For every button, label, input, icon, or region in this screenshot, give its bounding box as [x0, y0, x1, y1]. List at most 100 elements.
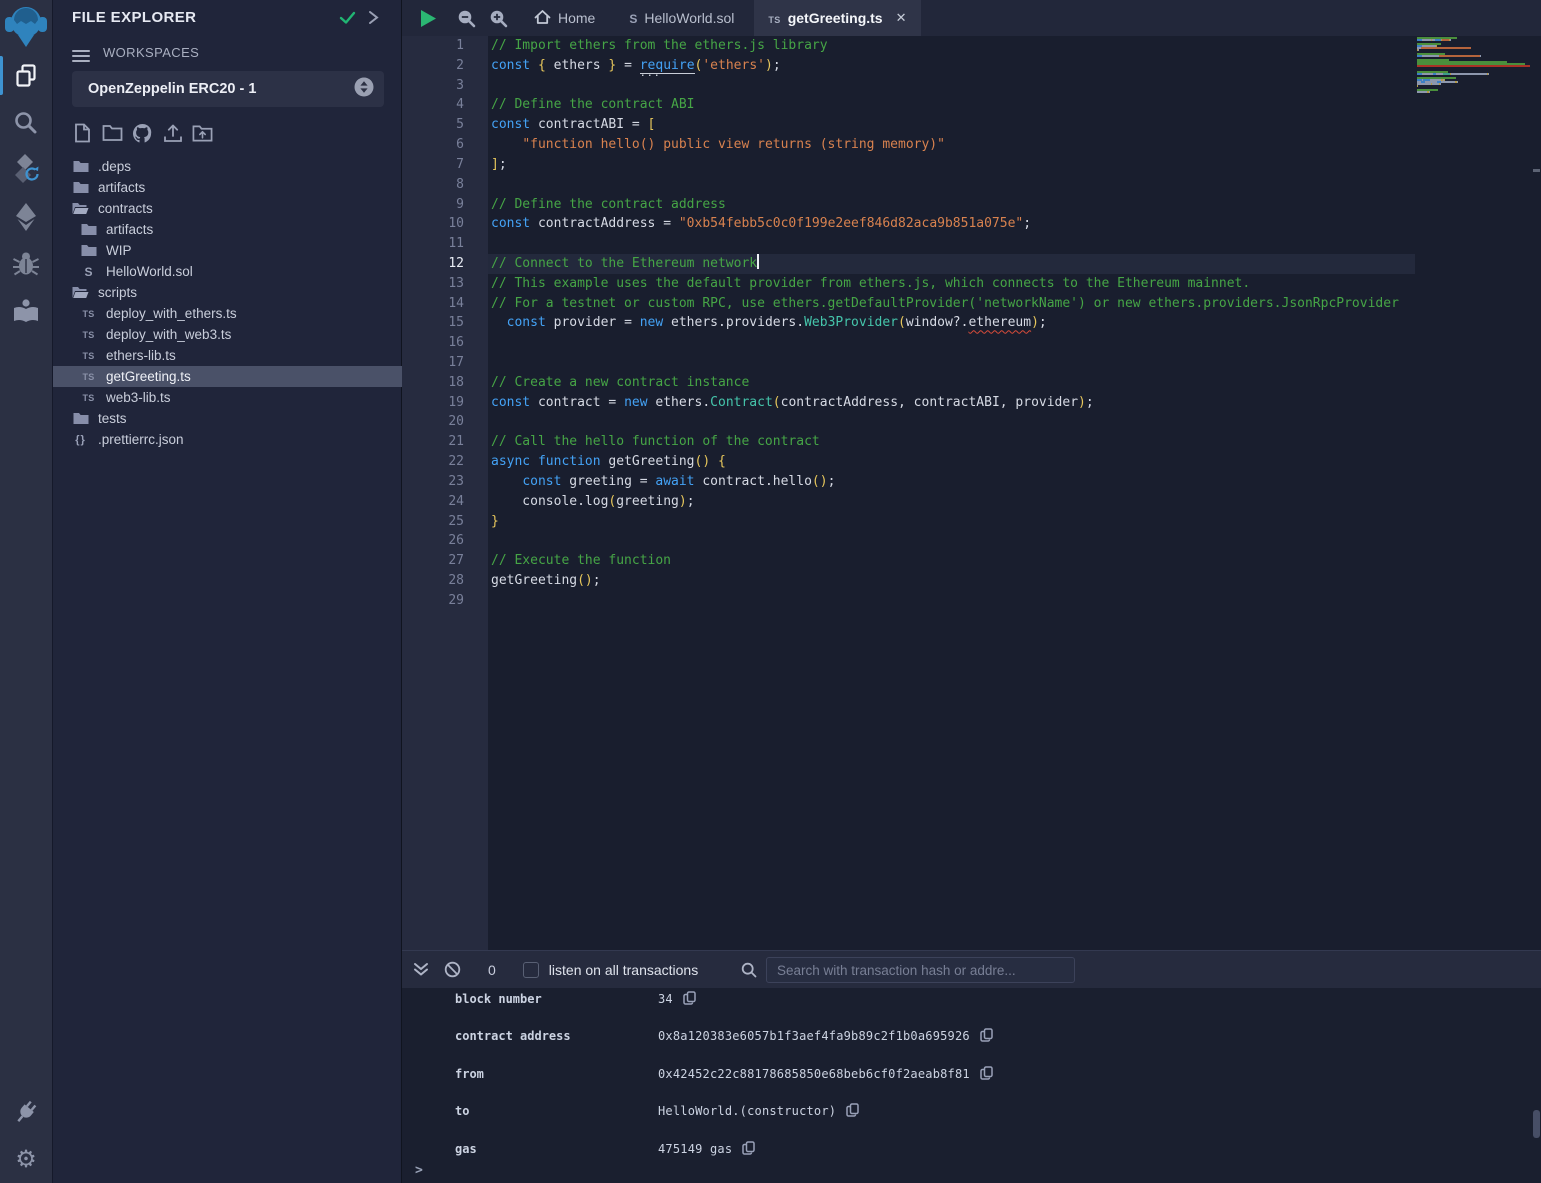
create-folder-button[interactable] [102, 121, 123, 145]
workspace-menu-icon[interactable] [72, 47, 90, 65]
plugin-manager-button[interactable] [0, 1089, 52, 1136]
code-line-22[interactable]: async function getGreeting() { [488, 452, 1417, 472]
minimap[interactable] [1417, 37, 1534, 95]
code-editor[interactable]: // Import ethers from the ethers.js libr… [488, 36, 1417, 950]
debugger-button[interactable] [0, 240, 52, 287]
code-line-8[interactable] [488, 175, 1417, 195]
expand-panel-chevron-icon[interactable] [367, 10, 380, 30]
detail-key: from [455, 1067, 658, 1081]
upload-file-button[interactable] [162, 121, 183, 145]
code-token [491, 315, 507, 330]
tree-item-artifacts[interactable]: artifacts [53, 177, 402, 198]
code-line-13[interactable]: // This example uses the default provide… [488, 274, 1417, 294]
tree-item-contracts[interactable]: contracts [53, 198, 402, 219]
file-explorer-button[interactable] [0, 52, 52, 99]
overview-ruler-mark [1533, 169, 1540, 172]
copy-icon[interactable] [980, 1066, 993, 1080]
tree-item-tests[interactable]: tests [53, 408, 402, 429]
code-line-11[interactable] [488, 234, 1417, 254]
run-script-button[interactable] [419, 0, 437, 36]
code-token: ; [828, 474, 836, 489]
line-number: 21 [402, 432, 488, 452]
search-button[interactable] [0, 99, 52, 146]
solidity-compiler-button[interactable] [0, 146, 52, 193]
code-line-25[interactable]: } [488, 512, 1417, 532]
upload-folder-button[interactable] [192, 121, 213, 145]
copy-icon[interactable] [742, 1141, 755, 1155]
zoom-in-button[interactable] [489, 0, 508, 36]
code-token: window?. [906, 315, 969, 330]
copy-icon[interactable] [683, 991, 696, 1005]
code-line-7[interactable]: ]; [488, 155, 1417, 175]
code-line-3[interactable] [488, 76, 1417, 96]
saved-check-icon [339, 10, 356, 30]
tree-item-deploy-with-web3-ts[interactable]: TSdeploy_with_web3.ts [53, 324, 402, 345]
code-token: ) [1078, 395, 1086, 410]
remix-logo[interactable] [0, 0, 52, 52]
settings-button[interactable]: ⚙ [0, 1136, 52, 1183]
code-line-5[interactable]: const contractABI = [ [488, 115, 1417, 135]
tree-item-web3-lib-ts[interactable]: TSweb3-lib.ts [53, 387, 402, 408]
code-line-14[interactable]: // For a testnet or custom RPC, use ethe… [488, 294, 1417, 314]
code-token: ; [773, 58, 781, 73]
code-line-12[interactable]: // Connect to the Ethereum network [488, 254, 1417, 274]
terminal-search-input[interactable] [766, 957, 1075, 983]
terminal-prompt[interactable]: > [415, 1163, 423, 1178]
close-tab-icon[interactable]: ✕ [896, 10, 907, 26]
folder-open-icon [72, 286, 89, 299]
deploy-and-run-button[interactable] [0, 193, 52, 240]
code-line-27[interactable]: // Execute the function [488, 551, 1417, 571]
code-line-16[interactable] [488, 333, 1417, 353]
code-line-26[interactable] [488, 531, 1417, 551]
code-line-18[interactable]: // Create a new contract instance [488, 373, 1417, 393]
collapse-terminal-icon[interactable] [413, 962, 429, 977]
folder-open-icon [72, 202, 89, 215]
line-number: 19 [402, 393, 488, 413]
code-line-10[interactable]: const contractAddress = "0xb54febb5c0c0f… [488, 214, 1417, 234]
zoom-out-button[interactable] [457, 0, 476, 36]
tab-getgreeting-ts[interactable]: TSgetGreeting.ts✕ [754, 0, 920, 36]
code-token: // For a testnet or custom RPC, use ethe… [491, 296, 1399, 311]
code-line-29[interactable] [488, 591, 1417, 611]
terminal-scrollbar-thumb[interactable] [1533, 1110, 1540, 1138]
code-line-24[interactable]: console.log(greeting); [488, 492, 1417, 512]
code-line-1[interactable]: // Import ethers from the ethers.js libr… [488, 36, 1417, 56]
code-line-17[interactable] [488, 353, 1417, 373]
tree-item-ethers-lib-ts[interactable]: TSethers-lib.ts [53, 345, 402, 366]
tree-item-artifacts[interactable]: artifacts [53, 219, 402, 240]
copy-icon[interactable] [846, 1103, 859, 1117]
copy-icon[interactable] [980, 1028, 993, 1042]
code-token: // Create a new contract instance [491, 375, 749, 390]
code-token: ; [1023, 216, 1031, 231]
code-line-9[interactable]: // Define the contract address [488, 195, 1417, 215]
code-line-19[interactable]: const contract = new ethers.Contract(con… [488, 393, 1417, 413]
solidity-unit-testing-button[interactable] [0, 287, 52, 334]
tree-item--prettierrc-json[interactable]: {}.prettierrc.json [53, 429, 402, 450]
listen-checkbox[interactable] [523, 962, 539, 978]
create-file-button[interactable] [72, 121, 93, 145]
publish-to-gist-button[interactable] [132, 121, 153, 145]
code-line-20[interactable] [488, 412, 1417, 432]
code-line-21[interactable]: // Call the hello function of the contra… [488, 432, 1417, 452]
clear-console-icon[interactable] [444, 961, 461, 978]
tree-item-wip[interactable]: WIP [53, 240, 402, 261]
workspace-select[interactable]: OpenZeppelin ERC20 - 1 [72, 71, 384, 107]
code-line-6[interactable]: "function hello() public view returns (s… [488, 135, 1417, 155]
tree-item--deps[interactable]: .deps [53, 156, 402, 177]
code-line-4[interactable]: // Define the contract ABI [488, 95, 1417, 115]
line-number: 8 [402, 175, 488, 195]
code-token: Web3Provider [804, 315, 898, 330]
tab-helloworld-sol[interactable]: SHelloWorld.sol [615, 0, 748, 36]
code-line-2[interactable]: const { ethers } = require('ethers'); [488, 56, 1417, 76]
folder-closed-icon [80, 223, 97, 236]
tree-item-scripts[interactable]: scripts [53, 282, 402, 303]
tab-home[interactable]: Home [520, 0, 609, 36]
code-line-23[interactable]: const greeting = await contract.hello(); [488, 472, 1417, 492]
code-line-28[interactable]: getGreeting(); [488, 571, 1417, 591]
folder-closed-icon [72, 160, 89, 173]
detail-value: 475149 gas [658, 1142, 732, 1156]
code-line-15[interactable]: const provider = new ethers.providers.We… [488, 313, 1417, 333]
tree-item-deploy-with-ethers-ts[interactable]: TSdeploy_with_ethers.ts [53, 303, 402, 324]
tree-item-helloworld-sol[interactable]: SHelloWorld.sol [53, 261, 402, 282]
tree-item-getgreeting-ts[interactable]: TSgetGreeting.ts [53, 366, 402, 387]
